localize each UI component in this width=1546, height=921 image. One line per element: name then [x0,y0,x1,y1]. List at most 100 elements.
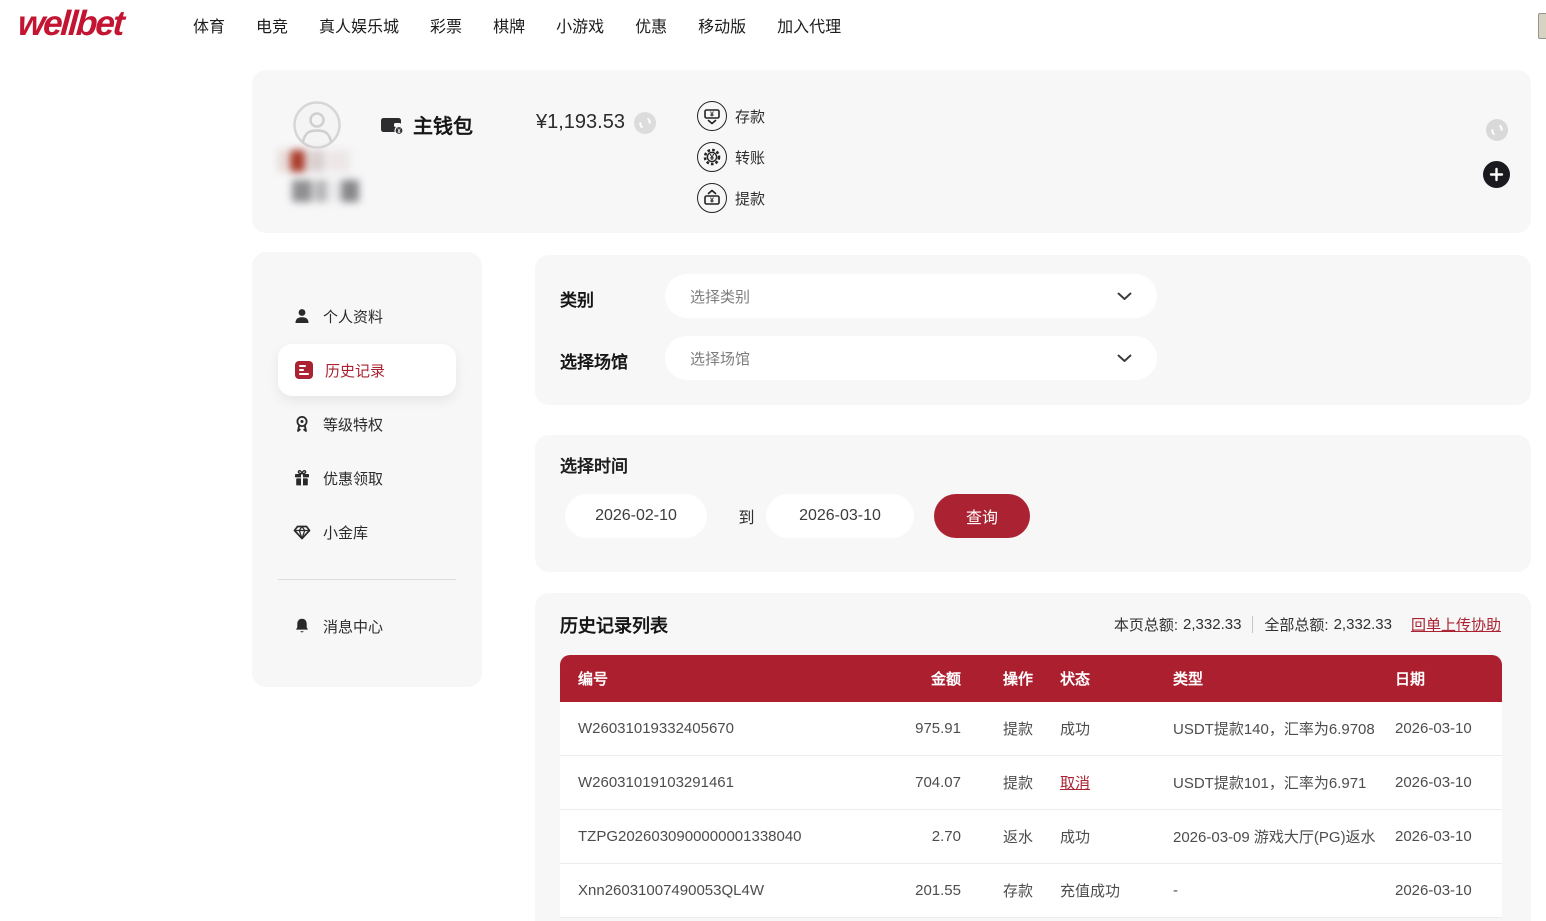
row-type: 2026-03-09 游戏大厅(PG)返水 [1173,826,1395,847]
document-icon [295,361,313,379]
wallet-balance: ¥1,193.53 [536,111,625,134]
nav-item[interactable]: 小游戏 [556,13,604,37]
row-amount: 975.91 [860,720,979,737]
nav-item[interactable]: 彩票 [430,13,462,37]
to-label: 到 [727,494,766,538]
table-row: W26031019103291461 704.07 提款 取消 USDT提款10… [560,756,1502,810]
row-type: USDT提款140，汇率为6.9708 [1173,718,1395,739]
col-operation: 操作 [979,668,1060,689]
col-date: 日期 [1395,668,1502,689]
main-nav: 体育 电竞 真人娱乐城 彩票 棋牌 小游戏 优惠 移动版 加入代理 [193,0,841,50]
sidebar-item-vault[interactable]: 小金库 [252,505,482,559]
row-operation: 返水 [979,826,1060,847]
row-date: 2026-03-10 [1395,774,1502,791]
sidebar-divider [278,579,456,580]
wallet-name: 主钱包 [413,110,473,139]
row-operation: 提款 [979,772,1060,793]
gift-icon [293,469,311,487]
history-summary: 本页总额: 2,332.33 全部总额: 2,332.33 回单上传协助 [1114,614,1501,635]
venue-select[interactable]: 选择场馆 [665,336,1157,380]
venue-label: 选择场馆 [560,348,628,373]
col-amount: 金额 [860,668,979,689]
time-filter-card: 选择时间 2026-02-10 到 2026-03-10 查询 [535,435,1531,572]
balance-refresh-icon[interactable] [634,112,656,134]
category-select[interactable]: 选择类别 [665,274,1157,318]
end-date-input[interactable]: 2026-03-10 [766,494,914,538]
chevron-down-icon [1117,354,1132,363]
withdraw-label: 提款 [735,188,765,209]
medal-icon [293,415,311,433]
sidebar-item-label: 优惠领取 [323,468,383,489]
summary-divider [1252,616,1253,633]
withdraw-icon: ¥ [697,183,727,213]
row-operation: 提款 [979,718,1060,739]
col-id: 编号 [560,668,860,689]
add-wallet-button[interactable] [1483,161,1510,188]
sidebar-item-history[interactable]: 历史记录 [278,344,456,396]
svg-text:¥: ¥ [710,153,715,162]
avatar[interactable] [293,101,341,149]
row-operation: 存款 [979,880,1060,901]
search-button[interactable]: 查询 [934,494,1030,538]
sidebar-item-label: 消息中心 [323,616,383,637]
person-icon [293,307,311,325]
start-date-input[interactable]: 2026-02-10 [565,494,707,538]
nav-item[interactable]: 体育 [193,13,225,37]
nav-item[interactable]: 棋牌 [493,13,525,37]
receipt-upload-link[interactable]: 回单上传协助 [1411,614,1501,635]
category-label: 类别 [560,286,594,311]
sidebar-item-label: 历史记录 [325,360,385,381]
wallet-card: ¥ 主钱包 ¥1,193.53 ¥ [252,70,1531,233]
row-date: 2026-03-10 [1395,720,1502,737]
row-status: 成功 [1060,826,1173,847]
nav-item[interactable]: 移动版 [698,13,746,37]
wallet-refresh-icon[interactable] [1486,119,1508,141]
row-status[interactable]: 取消 [1060,772,1173,793]
top-navigation-bar: wellbet 体育 电竞 真人娱乐城 彩票 棋牌 小游戏 优惠 移动版 加入代理 [0,0,1546,56]
time-filter-title: 选择时间 [560,452,628,477]
wellbet-logo[interactable]: wellbet [17,4,124,44]
nav-item[interactable]: 电竞 [256,13,288,37]
account-sidebar: 个人资料 历史记录 等级特权 [252,252,482,687]
sidebar-item-messages[interactable]: 消息中心 [252,599,482,653]
nav-item[interactable]: 优惠 [635,13,667,37]
nav-item[interactable]: 加入代理 [777,13,841,37]
row-amount: 704.07 [860,774,979,791]
table-row: W26031019332405670 975.91 提款 成功 USDT提款14… [560,702,1502,756]
row-status: 成功 [1060,718,1173,739]
row-status: 充值成功 [1060,880,1173,901]
category-placeholder: 选择类别 [690,286,1117,307]
row-type: USDT提款101，汇率为6.971 [1173,772,1395,793]
row-date: 2026-03-10 [1395,882,1502,899]
sidebar-item-label: 小金库 [323,522,368,543]
row-amount: 2.70 [860,828,979,845]
row-id: W26031019332405670 [560,720,860,737]
venue-placeholder: 选择场馆 [690,348,1117,369]
svg-text:¥: ¥ [710,112,714,119]
all-total-label: 全部总额: [1264,614,1328,635]
clipped-edge-icon [1538,13,1546,39]
nav-item[interactable]: 真人娱乐城 [319,13,399,37]
sidebar-item-promotions[interactable]: 优惠领取 [252,451,482,505]
deposit-button[interactable]: ¥ 存款 [697,101,765,131]
svg-text:¥: ¥ [710,198,714,205]
sidebar-item-profile[interactable]: 个人资料 [252,289,482,343]
bell-icon [293,617,311,635]
transfer-icon: ¥ [697,142,727,172]
transfer-button[interactable]: ¥ 转账 [697,142,765,172]
diamond-icon [293,523,311,541]
page: wellbet 体育 电竞 真人娱乐城 彩票 棋牌 小游戏 优惠 移动版 加入代理 [0,0,1546,921]
history-title: 历史记录列表 [560,612,668,638]
page-total-value: 2,332.33 [1183,616,1241,633]
sidebar-item-label: 等级特权 [323,414,383,435]
sidebar-item-level[interactable]: 等级特权 [252,397,482,451]
sidebar-item-label: 个人资料 [323,306,383,327]
col-status: 状态 [1060,668,1173,689]
all-total-value: 2,332.33 [1334,616,1392,633]
wallet-icon: ¥ [380,115,404,135]
withdraw-button[interactable]: ¥ 提款 [697,183,765,213]
col-type: 类型 [1173,668,1395,689]
row-date: 2026-03-10 [1395,828,1502,845]
filter-card: 类别 选择类别 选择场馆 选择场馆 [535,255,1531,405]
table-row: TZPG2026030900000001338040 2.70 返水 成功 20… [560,810,1502,864]
